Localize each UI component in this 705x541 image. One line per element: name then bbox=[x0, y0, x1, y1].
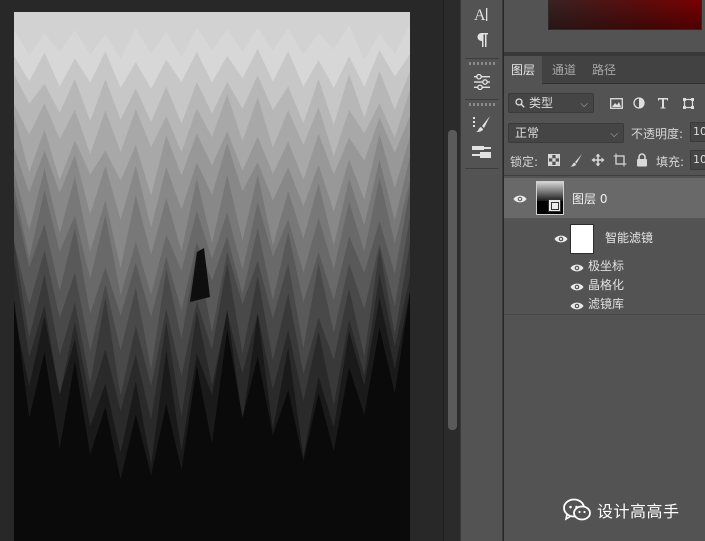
opacity-label: 不透明度: bbox=[631, 127, 684, 141]
type-filter-icon[interactable] bbox=[655, 95, 671, 111]
smart-filters-label[interactable]: 智能滤镜 bbox=[605, 229, 653, 246]
lock-image-pixels-icon[interactable] bbox=[568, 152, 584, 168]
smart-filter-item[interactable]: 极坐标 bbox=[588, 257, 624, 274]
layer-name[interactable]: 图层 0 bbox=[572, 190, 607, 207]
search-icon bbox=[515, 95, 525, 113]
lock-position-icon[interactable] bbox=[590, 152, 606, 168]
panel-icon-strip: A bbox=[460, 0, 503, 541]
fill-input[interactable]: 100% bbox=[690, 150, 705, 170]
image-filter-icon[interactable] bbox=[608, 95, 624, 111]
lock-label: 锁定: bbox=[510, 155, 539, 169]
layer-row-layer-0[interactable]: 图层 0 bbox=[504, 178, 705, 218]
eye-icon[interactable] bbox=[570, 300, 584, 310]
adjustments-icon[interactable] bbox=[461, 68, 503, 96]
watermark-text: 设计高高手 bbox=[597, 502, 680, 521]
svg-text:A: A bbox=[474, 7, 486, 23]
lock-transparent-pixels-icon[interactable] bbox=[546, 152, 562, 168]
chevron-down-icon: ⌵ bbox=[610, 129, 618, 140]
tab-layers[interactable]: 图层 bbox=[504, 56, 542, 84]
watermark: 设计高高手 bbox=[563, 497, 680, 523]
canvas-vertical-scrollbar[interactable] bbox=[443, 0, 460, 541]
wechat-logo-icon bbox=[563, 498, 591, 521]
eye-icon[interactable] bbox=[513, 193, 527, 203]
eye-icon[interactable] bbox=[570, 281, 584, 291]
opacity-input[interactable]: 100% bbox=[690, 122, 705, 142]
smart-filter-mask-thumbnail[interactable] bbox=[570, 224, 594, 254]
shape-filter-icon[interactable] bbox=[680, 95, 696, 111]
lock-all-icon[interactable] bbox=[634, 152, 650, 168]
document-canvas[interactable] bbox=[14, 12, 410, 541]
canvas-area[interactable] bbox=[0, 0, 443, 541]
smart-object-badge-icon bbox=[548, 199, 561, 212]
eye-icon[interactable] bbox=[554, 233, 568, 243]
crystallized-mountain-image bbox=[14, 12, 410, 541]
color-picker-field[interactable] bbox=[548, 0, 702, 30]
adjustment-filter-icon[interactable] bbox=[631, 95, 647, 111]
eye-icon[interactable] bbox=[570, 262, 584, 272]
fill-label: 填充: bbox=[656, 155, 685, 169]
lock-artboard-icon[interactable] bbox=[612, 152, 628, 168]
layer-filter-kind-select[interactable]: 类型 ⌵ bbox=[508, 93, 594, 113]
character-icon[interactable]: A bbox=[461, 0, 503, 28]
chevron-down-icon: ⌵ bbox=[580, 99, 588, 110]
smart-filter-item[interactable]: 滤镜库 bbox=[588, 295, 624, 312]
brush-settings-icon[interactable] bbox=[461, 110, 503, 138]
tab-paths[interactable]: 路径 bbox=[584, 56, 624, 84]
right-panel-dock: 图层 通道 路径 类型 ⌵ 正常 ⌵ 不透明度: 100% 锁定: 填充: bbox=[504, 0, 705, 541]
blend-mode-select[interactable]: 正常 ⌵ bbox=[508, 123, 624, 143]
paragraph-icon[interactable] bbox=[461, 26, 503, 54]
tab-channels[interactable]: 通道 bbox=[544, 56, 584, 84]
scrollbar-thumb[interactable] bbox=[448, 130, 457, 430]
layers-panel-tabbar: 图层 通道 路径 bbox=[504, 56, 705, 84]
blend-mode-value: 正常 bbox=[515, 126, 540, 140]
filter-kind-label: 类型 bbox=[529, 96, 554, 110]
smart-filter-item[interactable]: 晶格化 bbox=[588, 276, 624, 293]
tool-presets-icon[interactable] bbox=[461, 138, 503, 166]
